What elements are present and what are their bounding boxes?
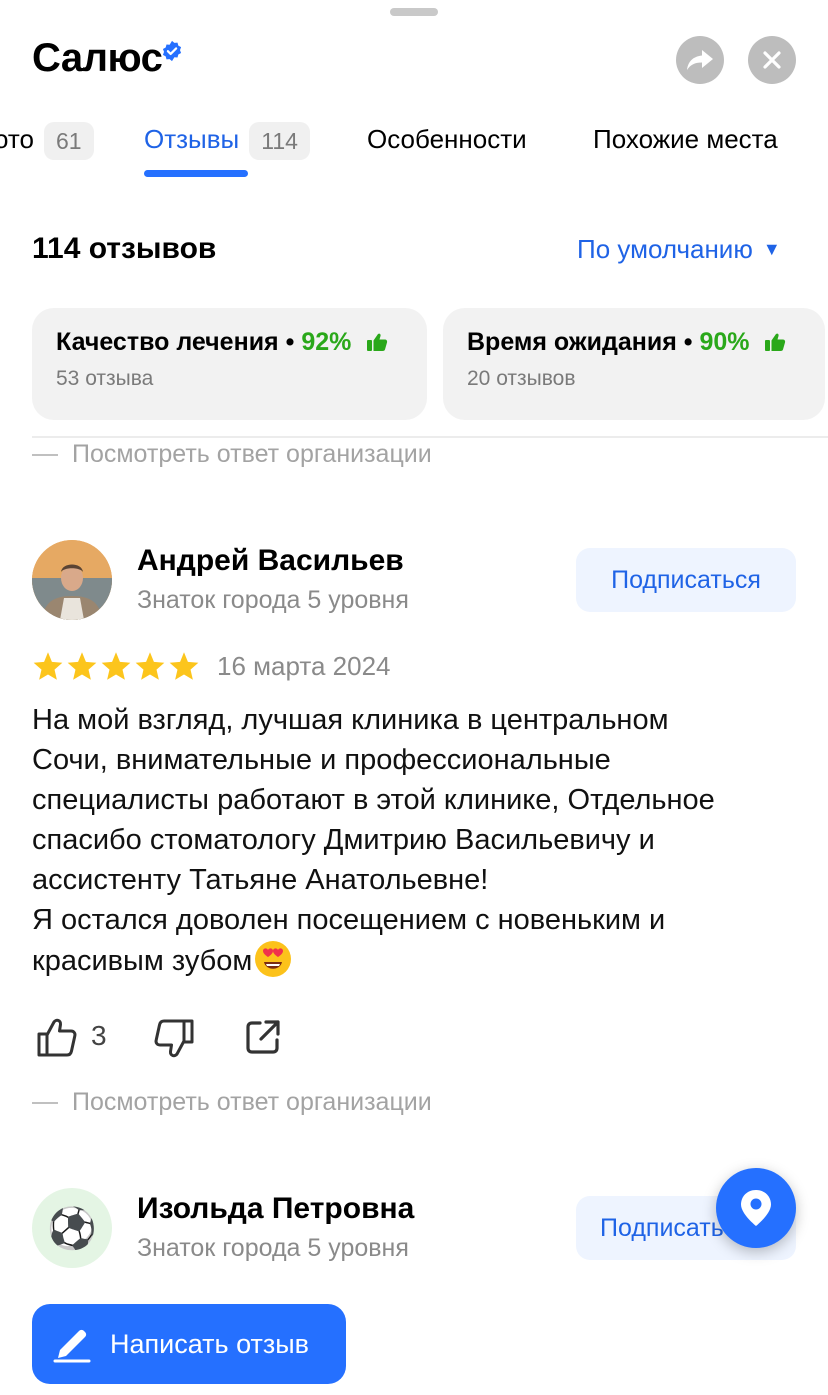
star-icon: [169, 652, 199, 680]
aspect-title: Качество лечения • 92%: [56, 328, 403, 357]
org-reply-label: Посмотреть ответ организации: [72, 1088, 432, 1116]
aspect-percent: 90%: [699, 328, 750, 356]
share-arrow-icon: [687, 50, 713, 70]
share-button[interactable]: [676, 36, 724, 84]
review-text-line: специалисты работают в этой клинике, Отд…: [32, 784, 715, 816]
review-text-line: спасибо стоматологу Дмитрию Васильевичу …: [32, 824, 655, 856]
write-review-button[interactable]: Написать отзыв: [32, 1304, 346, 1384]
avatar[interactable]: [32, 540, 112, 620]
subscribe-button[interactable]: Подписаться: [576, 548, 796, 612]
avatar-photo: [32, 540, 112, 620]
tab-label: Отзывы: [144, 124, 240, 154]
review-text-line: красивым зубом: [32, 945, 253, 977]
close-button[interactable]: [748, 36, 796, 84]
thumbs-up-icon: [367, 333, 388, 351]
avatar[interactable]: ⚽: [32, 1188, 112, 1268]
reviews-count-title: 114 отзывов: [32, 232, 217, 265]
close-icon: [763, 51, 781, 69]
pencil-icon: [53, 1329, 91, 1363]
aspect-card-waiting-time[interactable]: Время ожидания • 90% 20 отзывов: [443, 308, 825, 420]
org-reply-label: Посмотреть ответ организации: [72, 440, 432, 468]
aspect-percent: 92%: [301, 328, 352, 356]
star-icon: [67, 652, 97, 680]
write-review-label: Написать отзыв: [110, 1328, 309, 1359]
verified-badge-icon: [162, 40, 182, 62]
dash-divider: [32, 1102, 58, 1105]
star-icon: [101, 652, 131, 680]
tab-label: Похожие места: [593, 124, 778, 154]
aspect-title: Время ожидания • 90%: [467, 328, 801, 357]
sort-dropdown[interactable]: По умолчанию ▼: [577, 234, 781, 265]
aspect-name: Качество лечения: [56, 328, 279, 356]
thumbs-down-icon[interactable]: [153, 1018, 195, 1060]
star-icon: [135, 652, 165, 680]
tab-photo[interactable]: ото 61: [0, 121, 94, 161]
dash-divider: [32, 454, 58, 457]
review-text-line: ассистенту Татьяне Анатольевне!: [32, 864, 489, 896]
aspect-name: Время ожидания: [467, 328, 677, 356]
triangle-down-icon: ▼: [762, 239, 781, 259]
tab-count: 61: [43, 122, 94, 161]
aspect-separator: •: [683, 328, 693, 356]
review-text: На мой взгляд, лучшая клиника в централь…: [32, 700, 812, 981]
place-card-sheet: Салюс ото 61 Отзывы 114 Особенности Похожи…: [0, 0, 828, 1395]
review-date: 16 марта 2024: [217, 651, 391, 681]
share-external-icon[interactable]: [244, 1018, 282, 1056]
like-count: 3: [91, 1020, 107, 1051]
soccer-ball-icon: ⚽: [47, 1206, 97, 1251]
tab-features[interactable]: Особенности: [367, 121, 527, 161]
tab-similar-places[interactable]: Похожие места: [593, 121, 778, 161]
drag-handle[interactable]: [390, 8, 438, 16]
review-text-last-line: красивым зубом: [32, 940, 812, 981]
review-author-name[interactable]: Андрей Васильев: [137, 544, 404, 578]
section-divider: [32, 436, 828, 438]
review-text-line: Я остался доволен посещением с новеньким…: [32, 904, 666, 936]
aspect-card-treatment-quality[interactable]: Качество лечения • 92% 53 отзыва: [32, 308, 427, 420]
map-pin-icon: [741, 1190, 771, 1226]
place-title: Салюс: [32, 36, 163, 80]
heart-eyes-emoji-icon: [255, 941, 292, 977]
review-rating: [32, 651, 200, 681]
aspect-separator: •: [285, 328, 295, 356]
aspect-reviews-count: 53 отзыва: [56, 367, 154, 390]
star-icon: [33, 652, 63, 680]
tab-label: ото: [0, 124, 34, 154]
sort-label: По умолчанию: [577, 234, 753, 264]
active-tab-indicator: [144, 170, 248, 177]
map-pin-button[interactable]: [716, 1168, 796, 1248]
tab-label: Особенности: [367, 124, 527, 154]
aspect-reviews-count: 20 отзывов: [467, 367, 576, 390]
view-organization-reply-link[interactable]: Посмотреть ответ организации: [32, 1088, 432, 1117]
view-organization-reply-link[interactable]: Посмотреть ответ организации: [32, 440, 432, 469]
tab-reviews[interactable]: Отзывы 114: [144, 121, 310, 161]
review-author-level: Знаток города 5 уровня: [137, 1234, 409, 1262]
review-text-line: Сочи, внимательные и профессиональные: [32, 744, 611, 776]
thumbs-up-icon[interactable]: [36, 1016, 78, 1058]
review-author-level: Знаток города 5 уровня: [137, 586, 409, 614]
review-text-line: На мой взгляд, лучшая клиника в централь…: [32, 704, 669, 736]
tab-count: 114: [249, 122, 310, 161]
review-author-name[interactable]: Изольда Петровна: [137, 1192, 414, 1226]
thumbs-up-icon: [765, 333, 786, 351]
